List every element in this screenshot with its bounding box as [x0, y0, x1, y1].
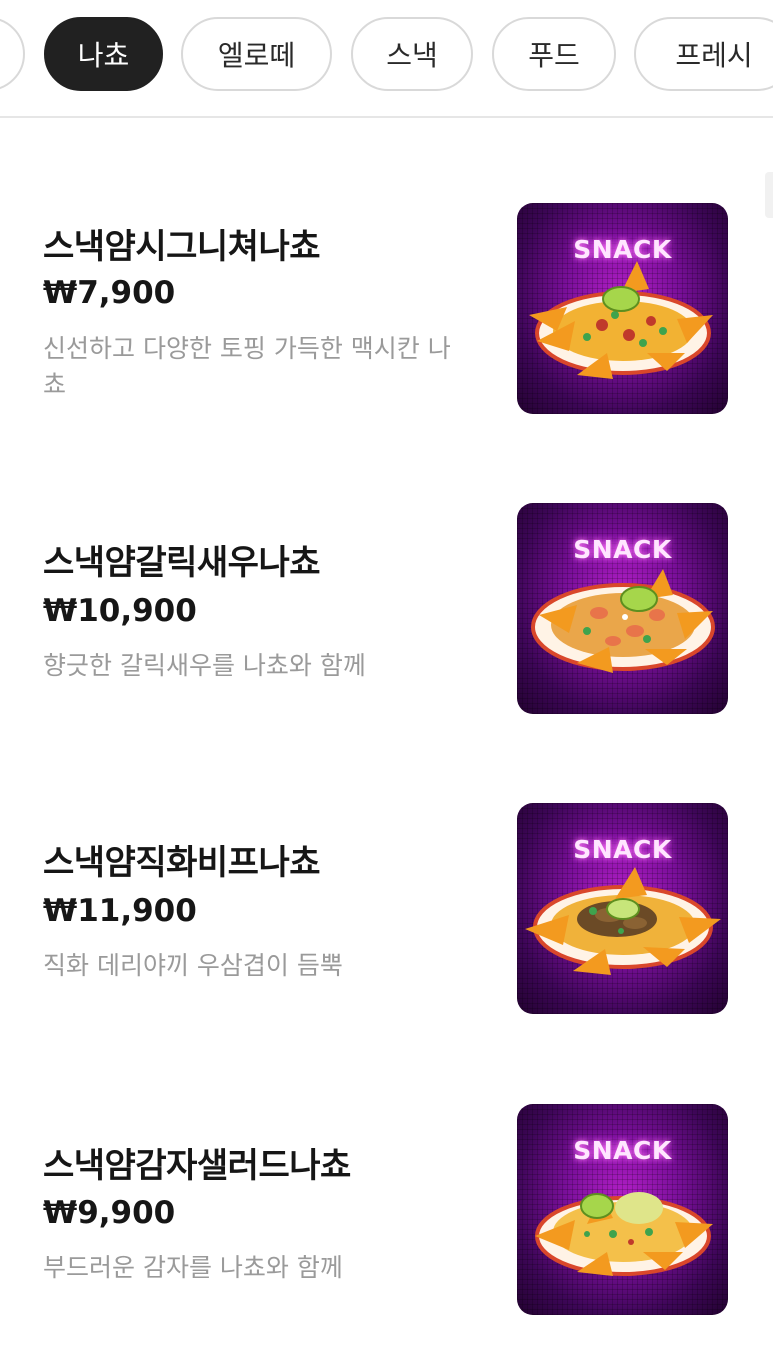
category-chip-elote[interactable]: 엘로떼	[181, 17, 332, 91]
category-chip-label: 엘로떼	[217, 39, 296, 72]
nachos-plate-icon	[531, 569, 715, 673]
menu-item-image[interactable]: SNACK	[517, 503, 728, 714]
category-chip-fresh[interactable]: 프레시	[634, 17, 773, 91]
menu-item-name: 스낵얌갈릭새우나쵸	[43, 543, 321, 583]
menu-item-description: 향긋한 갈릭새우를 나쵸와 함께	[43, 651, 366, 680]
nachos-plate-icon	[529, 261, 713, 379]
menu-item-description: 신선하고 다양한 토핑 가득한 맥시칸 나쵸	[43, 334, 451, 399]
menu-item[interactable]: 스낵얌갈릭새우나쵸 ₩10,900 향긋한 갈릭새우를 나쵸와 함께 SNACK	[0, 503, 773, 763]
menu-item-description: 부드러운 감자를 나쵸와 함께	[43, 1253, 343, 1282]
menu-item[interactable]: 스낵얌시그니쳐나쵸 ₩7,900 신선하고 다양한 토핑 가득한 맥시칸 나쵸 …	[0, 203, 773, 463]
category-chip-label: 나쵸	[77, 39, 130, 72]
menu-item-price: ₩9,900	[43, 1195, 176, 1231]
category-chip-label: 프레시	[675, 39, 753, 72]
category-chip-previous[interactable]	[0, 17, 25, 91]
menu-item-image[interactable]: SNACK	[517, 803, 728, 1014]
menu-item[interactable]: 스낵얌감자샐러드나쵸 ₩9,900 부드러운 감자를 나쵸와 함께 SNACK	[0, 1104, 773, 1362]
menu-item-name: 스낵얌직화비프나쵸	[43, 843, 321, 883]
category-chip-nachos[interactable]: 나쵸	[44, 17, 163, 91]
menu-item[interactable]: 스낵얌직화비프나쵸 ₩11,900 직화 데리야끼 우삼겹이 듬뿍 SNACK	[0, 803, 773, 1063]
category-chip-label: 푸드	[528, 39, 580, 72]
menu-item-price: ₩11,900	[43, 893, 197, 929]
menu-item-name: 스낵얌감자샐러드나쵸	[43, 1146, 351, 1186]
menu-item-price: ₩10,900	[43, 593, 197, 629]
category-chip-label: 스낵	[386, 39, 438, 72]
menu-item-description: 직화 데리야끼 우삼겹이 듬뿍	[43, 951, 343, 980]
menu-item-image[interactable]: SNACK	[517, 1104, 728, 1315]
menu-item-image[interactable]: SNACK	[517, 203, 728, 414]
menu-item-name: 스낵얌시그니쳐나쵸	[43, 227, 321, 267]
nachos-plate-icon	[525, 867, 721, 975]
nachos-plate-icon	[535, 1192, 713, 1276]
category-chip-food[interactable]: 푸드	[492, 17, 616, 91]
category-tab-bar[interactable]: 나쵸 엘로떼 스낵 푸드 프레시	[0, 0, 773, 118]
menu-item-price: ₩7,900	[43, 275, 176, 311]
menu-page: 나쵸 엘로떼 스낵 푸드 프레시 스낵얌시그니쳐나쵸 ₩7,900 신선하고 다…	[0, 0, 773, 1362]
category-chip-snack[interactable]: 스낵	[351, 17, 473, 91]
